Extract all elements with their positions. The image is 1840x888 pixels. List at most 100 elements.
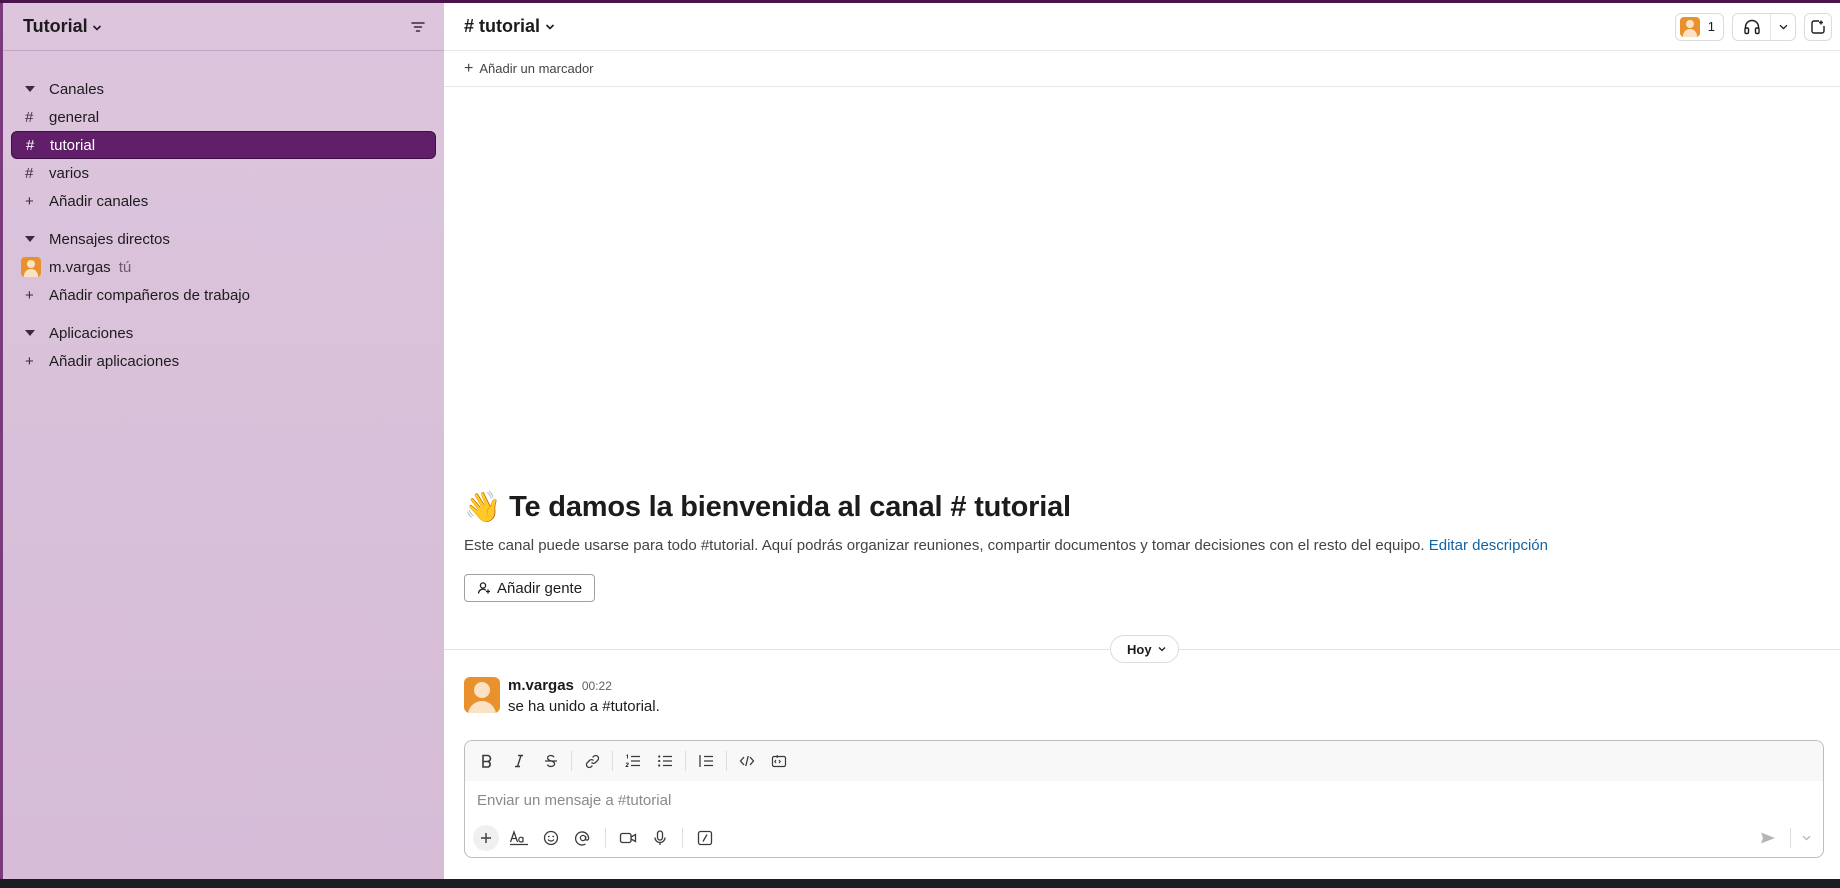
day-jump-button[interactable]: Hoy <box>1110 635 1179 663</box>
sidebar-item-dm-self[interactable]: m.vargas tú <box>11 253 436 281</box>
canvas-icon[interactable] <box>1804 12 1832 41</box>
message-composer <box>464 740 1824 858</box>
welcome-channel-name: tutorial <box>974 491 1071 523</box>
toolbar-divider <box>612 751 613 771</box>
welcome-heading-text: Te damos la bienvenida al canal <box>509 491 943 523</box>
chevron-down-icon <box>545 23 555 31</box>
workspace-name: Tutorial <box>23 16 88 36</box>
section-toggle-apps[interactable]: Aplicaciones <box>11 319 436 347</box>
code-block-icon[interactable] <box>763 747 795 775</box>
blockquote-icon[interactable] <box>690 747 722 775</box>
toolbar-divider <box>571 751 572 771</box>
send-area <box>1752 824 1823 852</box>
edit-description-link[interactable]: Editar descripción <box>1429 537 1548 554</box>
dm-user-name: m.vargas <box>49 258 111 276</box>
bold-icon[interactable] <box>471 747 503 775</box>
taskbar-strip <box>0 879 1840 888</box>
filter-icon[interactable] <box>408 17 428 37</box>
add-coworkers-label: Añadir compañeros de trabajo <box>49 286 250 304</box>
add-apps-label: Añadir aplicaciones <box>49 352 180 370</box>
mention-icon[interactable] <box>567 824 599 852</box>
message-author[interactable]: m.vargas <box>508 677 574 694</box>
italic-icon[interactable] <box>503 747 535 775</box>
section-toggle-dms[interactable]: Mensajes directos <box>11 225 436 253</box>
channel-view: # tutorial 1 + Añadir un marcador 👋 Te d… <box>444 3 1840 879</box>
headphones-icon <box>1733 13 1771 40</box>
channel-label: varios <box>49 164 90 182</box>
add-bookmark-button[interactable]: + Añadir un marcador <box>444 51 1840 87</box>
message-timestamp[interactable]: 00:22 <box>582 679 612 693</box>
add-people-label: Añadir gente <box>497 579 583 597</box>
video-icon[interactable] <box>612 824 644 852</box>
emoji-icon[interactable] <box>535 824 567 852</box>
sidebar-item-varios[interactable]: # varios <box>11 159 436 187</box>
plus-icon: + <box>25 192 34 210</box>
hash-icon: # <box>950 491 967 523</box>
formatting-toolbar <box>465 741 1823 781</box>
header-actions: 1 <box>1674 12 1832 41</box>
dm-self-tag: tú <box>118 258 132 276</box>
toolbar-divider <box>682 828 683 848</box>
dm-section: Mensajes directos m.vargas tú + Añadir c… <box>3 225 444 309</box>
microphone-icon[interactable] <box>644 824 676 852</box>
welcome-description: Este canal puede usarse para todo #tutor… <box>464 537 1820 554</box>
caret-down-icon <box>25 330 49 336</box>
channel-title-button[interactable]: # tutorial <box>464 16 555 37</box>
add-person-icon <box>477 581 491 595</box>
shortcuts-icon[interactable] <box>689 824 721 852</box>
text-format-icon[interactable] <box>503 824 535 852</box>
section-toggle-channels[interactable]: Canales <box>11 75 436 103</box>
hash-icon: # <box>25 108 34 126</box>
hash-icon: # <box>464 16 475 36</box>
apps-section: Aplicaciones + Añadir aplicaciones <box>3 319 444 375</box>
chevron-down-icon <box>1158 646 1166 652</box>
channel-header: # tutorial 1 <box>444 3 1840 51</box>
code-icon[interactable] <box>731 747 763 775</box>
add-apps-button[interactable]: + Añadir aplicaciones <box>11 347 436 375</box>
toolbar-divider <box>1790 828 1791 848</box>
workspace-menu-button[interactable]: Tutorial <box>23 16 102 37</box>
sidebar: Tutorial Canales # general # tutorial # … <box>0 3 444 879</box>
send-icon[interactable] <box>1752 824 1784 852</box>
message-input[interactable] <box>465 781 1823 819</box>
welcome-heading: 👋 Te damos la bienvenida al canal # tuto… <box>464 490 1820 525</box>
channels-section: Canales # general # tutorial # varios + … <box>3 75 444 215</box>
link-icon[interactable] <box>576 747 608 775</box>
bulleted-list-icon[interactable] <box>649 747 681 775</box>
channel-welcome: 👋 Te damos la bienvenida al canal # tuto… <box>464 490 1820 602</box>
section-label: Mensajes directos <box>49 230 170 248</box>
plus-icon: + <box>25 286 34 304</box>
sidebar-item-general[interactable]: # general <box>11 103 436 131</box>
caret-down-icon <box>25 86 49 92</box>
add-channels-button[interactable]: + Añadir canales <box>11 187 436 215</box>
composer-actions <box>465 819 1823 857</box>
hash-icon: # <box>25 164 34 182</box>
add-bookmark-label: Añadir un marcador <box>479 61 594 76</box>
sidebar-item-tutorial[interactable]: # tutorial <box>11 131 436 159</box>
chevron-down-icon[interactable] <box>1771 24 1795 30</box>
strikethrough-icon[interactable] <box>535 747 567 775</box>
member-count: 1 <box>1707 19 1715 34</box>
chevron-down-icon <box>92 24 102 32</box>
caret-down-icon <box>25 236 49 242</box>
channel-label: tutorial <box>50 136 96 154</box>
ordered-list-icon[interactable] <box>617 747 649 775</box>
message-item[interactable]: m.vargas 00:22 se ha unido a #tutorial. <box>464 677 660 715</box>
channel-label: general <box>49 108 100 126</box>
channel-title: tutorial <box>479 16 541 36</box>
description-text: Este canal puede usarse para todo #tutor… <box>464 537 1425 554</box>
message-text: se ha unido a #tutorial. <box>508 698 660 715</box>
plus-icon: + <box>464 59 474 77</box>
day-label: Hoy <box>1127 641 1152 657</box>
hash-icon: # <box>26 136 35 154</box>
huddle-button[interactable] <box>1732 12 1796 41</box>
avatar[interactable] <box>464 677 500 713</box>
add-people-button[interactable]: Añadir gente <box>464 574 596 602</box>
plus-icon[interactable] <box>473 825 499 851</box>
toolbar-divider <box>605 828 606 848</box>
chevron-down-icon[interactable] <box>1797 824 1815 852</box>
members-button[interactable]: 1 <box>1674 12 1724 41</box>
add-coworkers-button[interactable]: + Añadir compañeros de trabajo <box>11 281 436 309</box>
workspace-header: Tutorial <box>3 3 444 51</box>
plus-icon: + <box>25 352 34 370</box>
